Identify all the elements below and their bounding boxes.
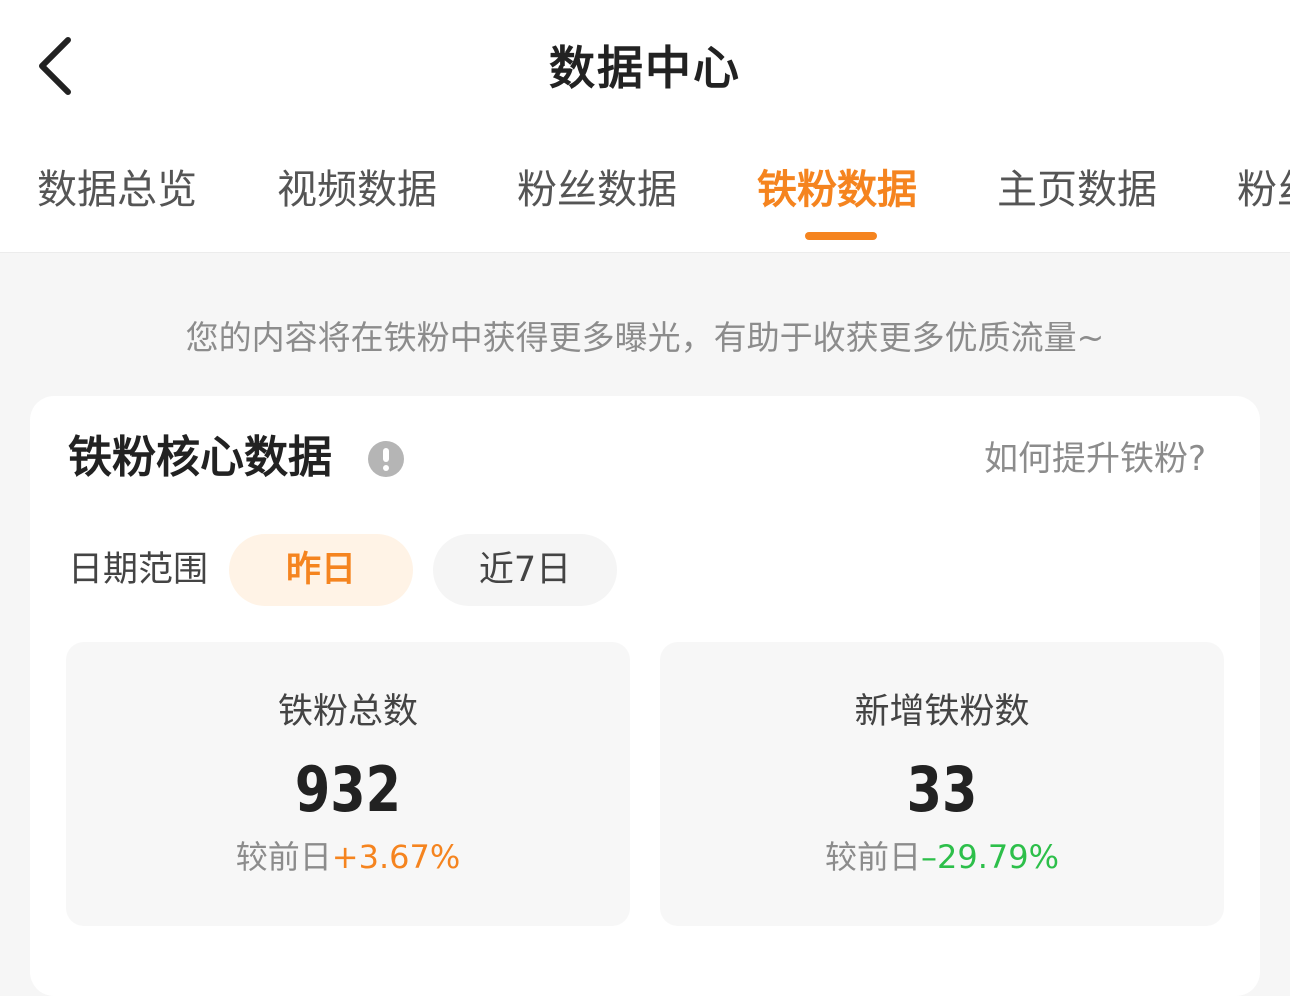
tab-overview[interactable]: 数据总览 xyxy=(37,160,197,220)
stat-label: 新增铁粉数 xyxy=(854,692,1030,732)
stat-label: 铁粉总数 xyxy=(277,692,418,732)
how-to-improve-link[interactable]: 如何提升铁粉? xyxy=(984,432,1206,486)
stat-compare: 较前日–29.79% xyxy=(660,832,1224,882)
date-option-7days[interactable]: 近7日 xyxy=(433,534,617,606)
date-option-yesterday[interactable]: 昨日 xyxy=(229,534,413,606)
stat-compare: 较前日+3.67% xyxy=(66,832,630,882)
notice-text: 您的内容将在铁粉中获得更多曝光，有助于收获更多优质流量~ xyxy=(185,318,1105,357)
compare-label: 较前日 xyxy=(235,838,332,876)
tab-video-data[interactable]: 视频数据 xyxy=(277,160,437,220)
date-range-label: 日期范围 xyxy=(68,550,209,590)
card-title: 铁粉核心数据 xyxy=(68,432,332,483)
info-icon[interactable] xyxy=(368,441,404,477)
change-value: –29.79% xyxy=(921,838,1060,876)
compare-label: 较前日 xyxy=(824,838,921,876)
page-title: 数据中心 xyxy=(549,41,741,95)
app-header: 数据中心 xyxy=(0,0,1290,140)
active-tab-indicator xyxy=(805,232,877,240)
tab-bar: 数据总览 视频数据 粉丝数据 铁粉数据 主页数据 粉丝 xyxy=(0,140,1290,253)
tab-fans-data[interactable]: 粉丝数据 xyxy=(517,160,677,220)
tab-fans-partial[interactable]: 粉丝 xyxy=(1237,160,1290,220)
change-value: +3.67% xyxy=(331,838,461,876)
iron-fans-core-card: 铁粉核心数据 如何提升铁粉? 日期范围 昨日 近7日 铁粉总数 932 较前日+… xyxy=(30,396,1260,996)
tab-iron-fans-data[interactable]: 铁粉数据 xyxy=(757,160,917,220)
stat-new-iron-fans: 新增铁粉数 33 较前日–29.79% xyxy=(660,642,1224,926)
stat-total-iron-fans: 铁粉总数 932 较前日+3.67% xyxy=(66,642,630,926)
stat-value: 932 xyxy=(294,753,402,826)
stat-value: 33 xyxy=(906,753,978,826)
tab-homepage-data[interactable]: 主页数据 xyxy=(997,160,1157,220)
